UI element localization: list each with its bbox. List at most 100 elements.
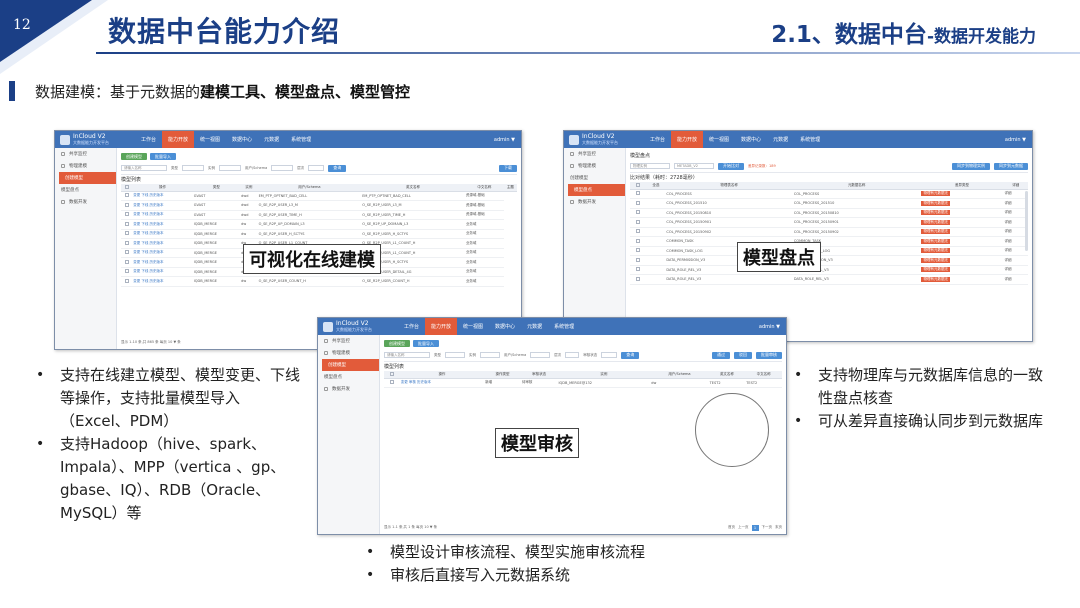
- column-header[interactable]: 英文名称: [708, 371, 746, 379]
- table-cell[interactable]: 详细: [1003, 274, 1028, 285]
- column-header[interactable]: 物理表名称: [665, 182, 793, 190]
- table-cell[interactable]: 变更 下线 历史版本: [132, 267, 193, 277]
- table-cell[interactable]: 变更 下线 历史版本: [132, 248, 193, 258]
- table-row[interactable]: DATA_ROLE_REL_V3DATA_ROLE_REL_V3物理有元数据无详…: [630, 265, 1028, 275]
- batch-import-button[interactable]: 批量导入: [413, 340, 439, 347]
- nav-item-active[interactable]: 能力开放: [162, 131, 195, 148]
- sidebar-item[interactable]: 共享监控: [55, 148, 116, 160]
- schema-select[interactable]: [271, 165, 294, 171]
- column-header[interactable]: 审核状态: [520, 371, 558, 379]
- column-header[interactable]: 中文名称: [464, 184, 504, 192]
- table-cell[interactable]: 变更 下线 历史版本: [132, 219, 193, 230]
- row-checkbox[interactable]: [636, 267, 641, 272]
- table-cell[interactable]: 变更 下线 历史版本: [132, 200, 193, 211]
- sidebar-item-active[interactable]: 创建模型: [322, 359, 379, 371]
- row-checkbox[interactable]: [389, 380, 394, 385]
- type-select[interactable]: [182, 165, 204, 171]
- select-all-checkbox[interactable]: [636, 182, 641, 187]
- row-checkbox[interactable]: [636, 248, 641, 253]
- layer-select[interactable]: [565, 352, 580, 358]
- nav-item[interactable]: 统一视图: [457, 318, 489, 335]
- nav-item[interactable]: 元数据: [767, 131, 794, 148]
- nav-item[interactable]: 统一视图: [703, 131, 735, 148]
- type-select[interactable]: [445, 352, 465, 358]
- page-current[interactable]: 1: [751, 524, 759, 531]
- table-cell[interactable]: 变更 下线 历史版本: [132, 191, 193, 201]
- query-button[interactable]: 查询: [328, 164, 347, 172]
- column-header[interactable]: 用户/Schema: [650, 371, 709, 379]
- table-row[interactable]: DATA_PERMISSION_V3DATA_PERMISSION_V3物理有元…: [630, 255, 1028, 266]
- table-row[interactable]: COL_PROCESS_20150810 COL_PROCESS_20150810…: [630, 208, 1028, 218]
- table-cell[interactable]: 变更 下线 历史版本: [132, 210, 193, 220]
- reject-button[interactable]: 驳回: [734, 351, 752, 359]
- column-header[interactable]: 实例: [240, 184, 258, 192]
- scrollbar[interactable]: [1025, 191, 1028, 251]
- table-cell[interactable]: 变更 下线 历史版本: [132, 229, 193, 239]
- page-last[interactable]: 末页: [775, 525, 782, 530]
- nav-item[interactable]: 工作台: [135, 131, 162, 148]
- table-row[interactable]: 变更 审核 历史版本 新增 待审核 IQDB_MERGE@132 dw TEST2 TEST…: [384, 378, 782, 388]
- row-checkbox[interactable]: [636, 219, 641, 224]
- row-checkbox[interactable]: [124, 278, 129, 283]
- table-cell[interactable]: 详细: [1003, 255, 1028, 266]
- column-header[interactable]: 操作: [132, 184, 193, 192]
- table-cell[interactable]: 变更 审核 历史版本: [399, 378, 485, 388]
- column-header[interactable]: 用户/Schema: [257, 184, 362, 192]
- row-checkbox[interactable]: [124, 269, 129, 274]
- table-row[interactable]: 变更 下线 历史版本 IQDB_MERGE dw O_SE_R2P_UP_DOMAIN…: [121, 219, 517, 230]
- column-header[interactable]: 全选: [646, 182, 666, 190]
- batch-review-button[interactable]: 批量审核: [756, 351, 782, 359]
- nav-item[interactable]: 元数据: [258, 131, 285, 148]
- column-header[interactable]: [121, 184, 133, 192]
- column-header[interactable]: 类型: [192, 184, 241, 192]
- table-row[interactable]: DATA_ROLE_REL_V3DATA_ROLE_REL_V3物理有元数据无详…: [630, 274, 1028, 285]
- table-cell[interactable]: 详细: [1003, 265, 1028, 275]
- row-checkbox[interactable]: [636, 229, 641, 234]
- nav-item[interactable]: 统一视图: [194, 131, 226, 148]
- nav-item[interactable]: 工作台: [398, 318, 425, 335]
- metadb-select[interactable]: METADB_V2: [674, 163, 714, 169]
- row-checkbox[interactable]: [636, 200, 641, 205]
- page-next[interactable]: 下一页: [762, 525, 773, 530]
- table-row[interactable]: 变更 下线 历史版本 GVAST dwd EM_PTP_OPTNET_BAD_CELL…: [121, 191, 517, 201]
- table-row[interactable]: 变更 下线 历史版本 GVAST dwd O_SE_R2P_USER_L3_M O_SE…: [121, 200, 517, 211]
- sidebar-item[interactable]: 数据开发: [55, 196, 116, 208]
- column-header[interactable]: 操作: [399, 371, 485, 379]
- column-header[interactable]: [630, 182, 647, 190]
- nav-item[interactable]: 元数据: [521, 318, 548, 335]
- table-row[interactable]: COL_PROCESS_20150902 COL_PROCESS_20150902…: [630, 227, 1028, 237]
- sync-physical-button[interactable]: 同步到物理实例: [952, 162, 990, 170]
- table-cell[interactable]: 变更 下线 历史版本: [132, 238, 193, 249]
- create-model-button[interactable]: 创建模型: [121, 153, 147, 160]
- query-button[interactable]: 查询: [621, 351, 640, 359]
- select-all-checkbox[interactable]: [124, 184, 129, 189]
- table-row[interactable]: 变更 下线 历史版本 IQDB_MERGE dw O_SE_R2P_USER_COUN…: [121, 276, 517, 287]
- column-header[interactable]: 主题: [503, 184, 517, 192]
- column-header[interactable]: 差异类型: [920, 182, 1004, 190]
- row-checkbox[interactable]: [124, 212, 129, 217]
- row-checkbox[interactable]: [124, 250, 129, 255]
- nav-item[interactable]: 系统管理: [794, 131, 826, 148]
- nav-item[interactable]: 工作台: [644, 131, 671, 148]
- table-row[interactable]: COL_PROCESS_201510 COL_PROCESS_201510 物理有元…: [630, 198, 1028, 209]
- create-model-button[interactable]: 创建模型: [384, 340, 410, 347]
- sidebar-item[interactable]: 共享监控: [564, 148, 625, 160]
- column-header[interactable]: [384, 371, 400, 379]
- nav-item-active[interactable]: 能力开放: [425, 318, 458, 335]
- table-row[interactable]: COMMON_TASKCOMMON_TASK物理有元数据无详细: [630, 236, 1028, 247]
- sidebar-item[interactable]: 共享监控: [318, 335, 379, 347]
- batch-import-button[interactable]: 批量导入: [150, 153, 176, 160]
- sidebar-item-active[interactable]: 模型盘点: [568, 184, 625, 196]
- nav-item[interactable]: 数据中心: [735, 131, 767, 148]
- table-row[interactable]: COMMON_TASK_LOGCOMMON_TASK_LOG物理有元数据无详细: [630, 246, 1028, 256]
- column-header[interactable]: 详细: [1003, 182, 1028, 190]
- row-checkbox[interactable]: [636, 238, 641, 243]
- row-checkbox[interactable]: [636, 191, 641, 196]
- name-search-input[interactable]: 请输入名称: [121, 165, 167, 171]
- row-checkbox[interactable]: [124, 193, 129, 198]
- name-search-input[interactable]: 请输入名称: [384, 352, 430, 358]
- table-row[interactable]: COL_PROCESS COL_PROCESS 物理有元数据无 详细: [630, 189, 1028, 199]
- page-prev[interactable]: 上一页: [738, 525, 749, 530]
- row-checkbox[interactable]: [124, 240, 129, 245]
- instance-select[interactable]: [219, 165, 241, 171]
